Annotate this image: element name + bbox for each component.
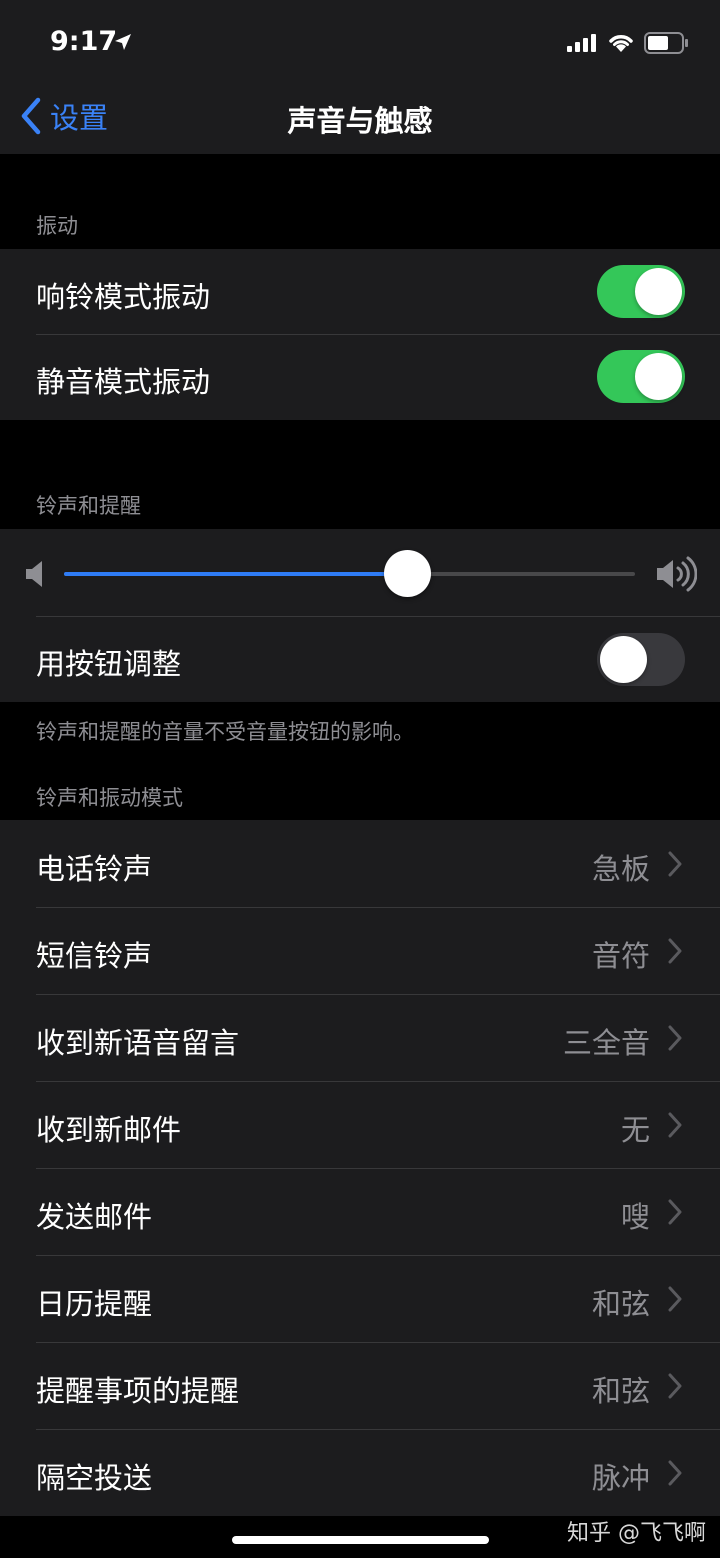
row-value: 脉冲 (591, 1461, 650, 1495)
row-value: 急板 (591, 852, 650, 886)
chevron-right-icon (668, 1286, 682, 1312)
row-label: 收到新邮件 (36, 1113, 182, 1147)
pattern-row[interactable]: 收到新邮件 无 (0, 1081, 720, 1168)
chevron-right-icon (668, 1199, 682, 1225)
volume-slider[interactable] (64, 550, 635, 597)
cellular-signal-icon (567, 34, 596, 52)
wifi-icon (609, 35, 633, 52)
status-time: 9:17 (50, 26, 118, 57)
row-value: 音符 (591, 939, 650, 973)
ringer-group: 用按钮调整 (0, 529, 720, 702)
section-header-patterns: 铃声和振动模式 (36, 786, 183, 810)
section-header-ringer: 铃声和提醒 (36, 494, 141, 518)
pattern-row[interactable]: 提醒事项的提醒 和弦 (0, 1342, 720, 1429)
row-label: 提醒事项的提醒 (36, 1374, 240, 1408)
pattern-row[interactable]: 隔空投送 脉冲 (0, 1429, 720, 1516)
chevron-right-icon (668, 1025, 682, 1051)
speaker-high-icon (657, 556, 697, 592)
speaker-low-icon (26, 561, 42, 587)
row-silent-vibrate: 静音模式振动 (0, 335, 720, 420)
pattern-row[interactable]: 电话铃声 急板 (0, 820, 720, 907)
pattern-row[interactable]: 发送邮件 嗖 (0, 1168, 720, 1255)
volume-slider-row (0, 529, 720, 616)
volume-slider-fill (64, 572, 407, 576)
row-label: 收到新语音留言 (36, 1026, 240, 1060)
ringer-footer-note: 铃声和提醒的音量不受音量按钮的影响。 (36, 720, 414, 744)
location-arrow-icon (115, 34, 131, 50)
row-value: 嗖 (620, 1200, 650, 1234)
row-label: 响铃模式振动 (36, 280, 211, 314)
row-ring-vibrate: 响铃模式振动 (0, 249, 720, 334)
chevron-right-icon (668, 1373, 682, 1399)
page-title: 声音与触感 (287, 104, 433, 138)
pattern-row[interactable]: 收到新语音留言 三全音 (0, 994, 720, 1081)
chevron-right-icon (668, 1460, 682, 1486)
watermark: 知乎 @飞飞啊 (567, 1521, 706, 1546)
section-header-vibration: 振动 (36, 214, 78, 238)
battery-icon (644, 32, 688, 54)
toggle-knob (635, 353, 682, 400)
ring-vibrate-toggle[interactable] (597, 265, 685, 318)
toggle-knob (635, 268, 682, 315)
row-label: 日历提醒 (36, 1287, 153, 1321)
row-value: 三全音 (562, 1026, 650, 1060)
chevron-right-icon (668, 938, 682, 964)
row-change-with-buttons: 用按钮调整 (0, 617, 720, 702)
volume-slider-thumb[interactable] (383, 550, 431, 597)
patterns-group: 电话铃声 急板 短信铃声 音符 收到新语音留言 三全音 收到新邮件无发送邮件嗖日历提醒 和弦提… (0, 820, 720, 1516)
row-label: 短信铃声 (36, 939, 153, 973)
chevron-right-icon (668, 1112, 682, 1138)
row-label: 发送邮件 (36, 1200, 153, 1234)
row-label: 隔空投送 (36, 1461, 153, 1495)
chevron-right-icon (668, 851, 682, 877)
row-label: 电话铃声 (36, 852, 153, 886)
pattern-row[interactable]: 日历提醒 和弦 (0, 1255, 720, 1342)
row-label: 用按钮调整 (36, 647, 182, 681)
row-value: 和弦 (591, 1287, 650, 1321)
change-with-buttons-toggle[interactable] (597, 633, 685, 686)
status-bar: 9:17 (0, 0, 720, 80)
vibration-group: 响铃模式振动 静音模式振动 (0, 249, 720, 420)
home-indicator[interactable] (232, 1536, 489, 1544)
navigation-bar: 设置 声音与触感 (0, 80, 720, 154)
toggle-knob (600, 636, 647, 683)
row-value: 和弦 (591, 1374, 650, 1408)
silent-vibrate-toggle[interactable] (597, 350, 685, 403)
row-label: 静音模式振动 (36, 365, 211, 399)
row-value: 无 (620, 1113, 650, 1147)
pattern-row[interactable]: 短信铃声 音符 (0, 907, 720, 994)
